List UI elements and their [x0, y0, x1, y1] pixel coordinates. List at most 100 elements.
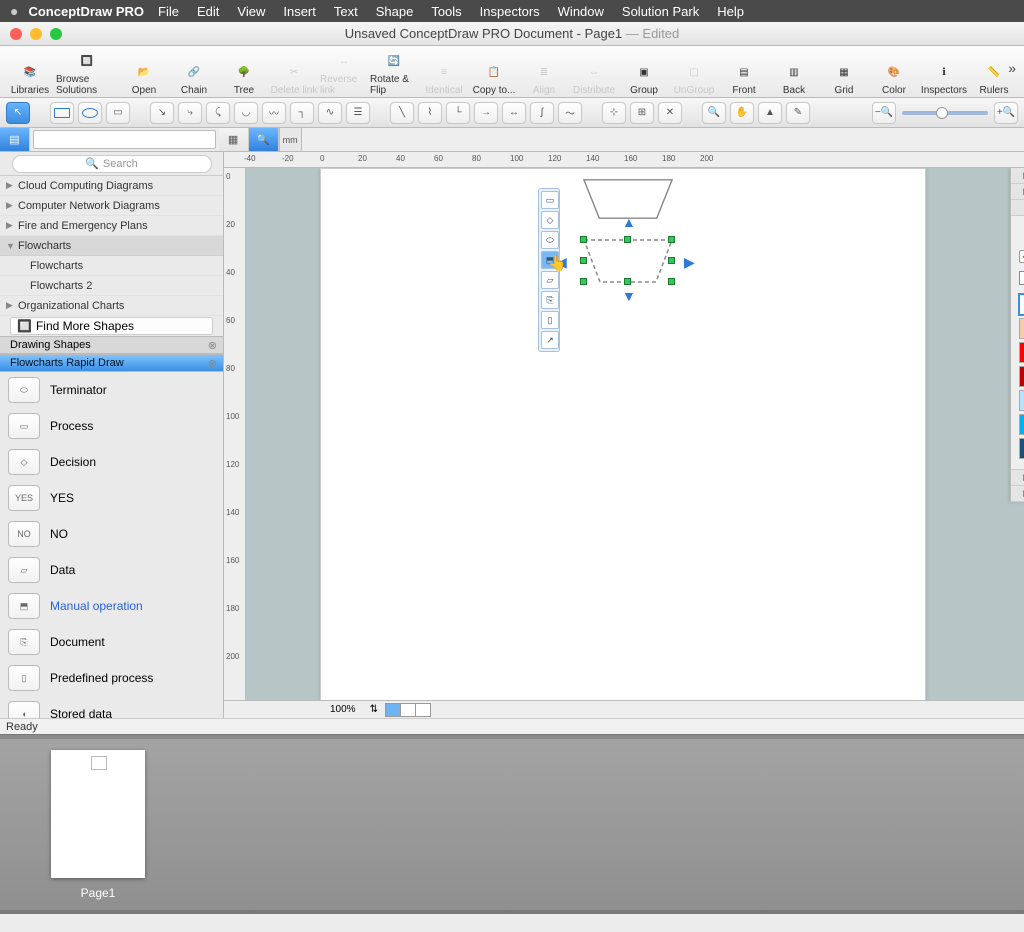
document-edited-indicator[interactable]: — Edited: [626, 26, 679, 41]
shape-manual-operation[interactable]: ⬒Manual operation: [0, 588, 223, 624]
color-swatch[interactable]: [1019, 366, 1024, 387]
horizontal-ruler[interactable]: -40-20020406080100120140160180200: [224, 152, 1024, 168]
menu-tools[interactable]: Tools: [431, 4, 461, 19]
connector-bezier[interactable]: ∿: [318, 102, 342, 124]
tree-item[interactable]: ▶Organizational Charts: [0, 296, 223, 316]
rectangle-tool[interactable]: [50, 102, 74, 124]
tree-item[interactable]: ▶Computer Network Diagrams: [0, 196, 223, 216]
close-icon[interactable]: ⊗: [208, 339, 217, 352]
curve-tool[interactable]: ∫: [530, 102, 554, 124]
menu-insert[interactable]: Insert: [283, 4, 316, 19]
double-arrow-tool[interactable]: ↔: [502, 102, 526, 124]
tree-item[interactable]: Flowcharts: [0, 256, 223, 276]
page-thumbnail[interactable]: Page1: [50, 750, 146, 900]
rapid-shape-document[interactable]: ⎘: [541, 291, 559, 309]
toolbar-open[interactable]: 📂Open: [120, 48, 168, 96]
text-tool[interactable]: ▭: [106, 102, 130, 124]
toolbar-rotate-flip[interactable]: 🔄Rotate & Flip: [370, 48, 418, 96]
stamp-tool[interactable]: ▲: [758, 102, 782, 124]
toolbar-chain[interactable]: 🔗Chain: [170, 48, 218, 96]
toolbar-tree[interactable]: 🌳Tree: [220, 48, 268, 96]
edit-segments-tool[interactable]: ⊞: [630, 102, 654, 124]
inspector-section-behaviour[interactable]: ▶Behaviour: [1011, 168, 1024, 184]
zoom-out-button[interactable]: −🔍: [872, 102, 896, 124]
pan-tool[interactable]: ✋: [730, 102, 754, 124]
toolbar-overflow-icon[interactable]: »: [1008, 60, 1016, 76]
connector-spline[interactable]: 〰: [262, 102, 286, 124]
app-name[interactable]: ConceptDraw PRO: [28, 4, 144, 19]
color-swatch[interactable]: [1019, 414, 1024, 435]
menu-solution-park[interactable]: Solution Park: [622, 4, 699, 19]
polyline-tool[interactable]: ⌇: [418, 102, 442, 124]
search-input[interactable]: 🔍 Search: [12, 155, 212, 173]
inspector-section-information[interactable]: ▶Information: [1011, 184, 1024, 200]
view-mode-slide[interactable]: [415, 703, 431, 717]
ruler-unit-label[interactable]: mm: [279, 128, 301, 151]
connector-round[interactable]: ⤹: [206, 102, 230, 124]
library-search-toggle[interactable]: 🔍: [249, 128, 279, 151]
inspector-section-presentation[interactable]: ▶Presentation Mode: [1011, 470, 1024, 486]
toolbar-front[interactable]: ▤Front: [720, 48, 768, 96]
tree-item[interactable]: ▼Flowcharts: [0, 236, 223, 256]
close-icon[interactable]: ⊗: [208, 357, 217, 370]
menu-file[interactable]: File: [158, 4, 179, 19]
color-swatch[interactable]: [1019, 438, 1024, 459]
view-mode-outline[interactable]: [400, 703, 416, 717]
color-swatch[interactable]: [1019, 390, 1024, 411]
rapid-shape-process[interactable]: ▭: [541, 191, 559, 209]
tree-item[interactable]: ▶Cloud Computing Diagrams: [0, 176, 223, 196]
shape-document[interactable]: ⎘Document: [0, 624, 223, 660]
zoom-stepper[interactable]: ⇅: [370, 704, 378, 715]
select-tool[interactable]: ↖: [6, 102, 30, 124]
connector-arc[interactable]: ◡: [234, 102, 258, 124]
shape-data[interactable]: ▱Data: [0, 552, 223, 588]
shape-manual-operation-2-selected[interactable]: ▲ ▼ ◀ ▶: [574, 234, 682, 290]
shape-process[interactable]: ▭Process: [0, 408, 223, 444]
connector-multi[interactable]: ☰: [346, 102, 370, 124]
toolbar-group[interactable]: ▣Group: [620, 48, 668, 96]
menu-help[interactable]: Help: [717, 4, 744, 19]
zoom-value-field[interactable]: 100%: [324, 704, 362, 715]
zoom-slider[interactable]: [902, 111, 988, 115]
shape-yes[interactable]: YESYES: [0, 480, 223, 516]
rapid-shape-manual-op[interactable]: ⬒: [541, 251, 559, 269]
vertical-ruler[interactable]: 020406080100120140160180200: [224, 168, 246, 700]
shape-decision[interactable]: ◇Decision: [0, 444, 223, 480]
edit-points-tool[interactable]: ⊹: [602, 102, 626, 124]
apple-icon[interactable]: ●: [10, 3, 18, 19]
view-mode-normal[interactable]: [385, 703, 401, 717]
inspector-section-fill[interactable]: ▼Fill: [1011, 200, 1024, 216]
rapid-shape-connector[interactable]: ↗: [541, 331, 559, 349]
fill-enable-checkbox[interactable]: ✓: [1019, 250, 1024, 263]
eyedropper-tool[interactable]: ✎: [786, 102, 810, 124]
menu-window[interactable]: Window: [558, 4, 604, 19]
toolbar-inspectors[interactable]: ℹInspectors: [920, 48, 968, 96]
connector-angle[interactable]: ┐: [290, 102, 314, 124]
freehand-tool[interactable]: 〜: [558, 102, 582, 124]
toolbar-color[interactable]: 🎨Color: [870, 48, 918, 96]
edit-connectors-tool[interactable]: ✕: [658, 102, 682, 124]
library-path-field[interactable]: [33, 130, 216, 149]
rapid-shape-data[interactable]: ▱: [541, 271, 559, 289]
connector-direct[interactable]: ↘: [150, 102, 174, 124]
toolbar-back[interactable]: ▥Back: [770, 48, 818, 96]
tree-item[interactable]: ▶Fire and Emergency Plans: [0, 216, 223, 236]
fill-color-swatch[interactable]: [1019, 271, 1024, 285]
library-panel-toggle[interactable]: ▤: [0, 128, 30, 151]
library-thumbnails-toggle[interactable]: ▦: [219, 128, 249, 151]
toolbar-grid[interactable]: ▦Grid: [820, 48, 868, 96]
rapid-arrow-down[interactable]: ▼: [622, 288, 636, 304]
arrow-tool[interactable]: →: [474, 102, 498, 124]
rapid-arrow-right[interactable]: ▶: [684, 254, 695, 271]
shape-stored-data[interactable]: ◖Stored data: [0, 696, 223, 718]
menu-text[interactable]: Text: [334, 4, 358, 19]
color-swatch[interactable]: [1019, 294, 1024, 315]
connector-smart[interactable]: ⤷: [178, 102, 202, 124]
color-swatch[interactable]: [1019, 318, 1024, 339]
toolbar-browse-solutions[interactable]: 🔲Browse Solutions: [56, 48, 118, 96]
zoom-in-button[interactable]: +🔍: [994, 102, 1018, 124]
inspector-section-hypernote[interactable]: ▶Hypernote: [1011, 486, 1024, 502]
line-tool[interactable]: ╲: [390, 102, 414, 124]
library-header[interactable]: Flowcharts Rapid Draw⊗: [0, 354, 223, 372]
color-swatch[interactable]: [1019, 342, 1024, 363]
